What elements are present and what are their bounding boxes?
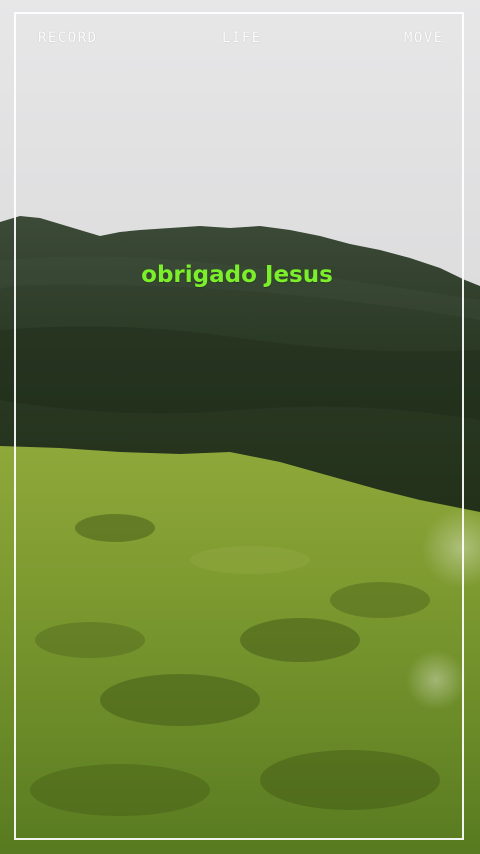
photo-scene: RECORD LIFE MOVE obrigado Jesus [0, 0, 480, 854]
landscape-image [0, 216, 480, 854]
overlay-label-move: MOVE [404, 30, 444, 46]
overlay-label-record: RECORD [38, 30, 98, 46]
overlay-label-life: LIFE [222, 30, 262, 46]
caption-text: obrigado Jesus [141, 262, 333, 288]
